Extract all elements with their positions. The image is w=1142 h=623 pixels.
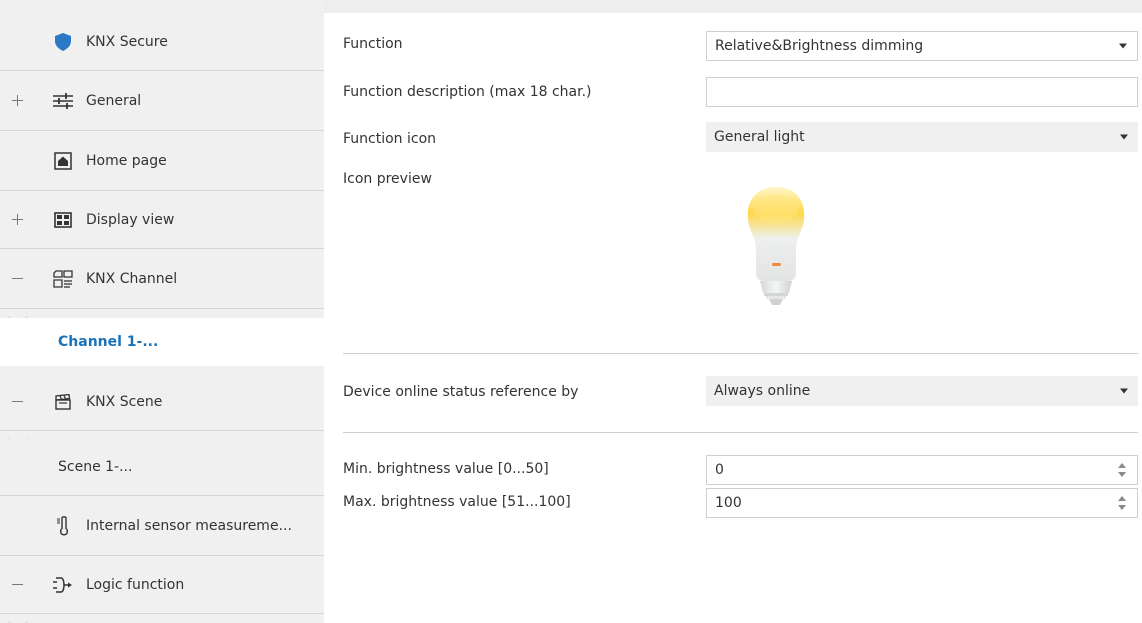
min-brightness-input[interactable]: 0: [706, 455, 1138, 485]
collapse-minus-icon[interactable]: [12, 396, 24, 408]
shield-icon: [52, 31, 74, 53]
online-status-select[interactable]: Always online: [706, 376, 1138, 406]
sidebar-item-label: KNX Channel: [86, 270, 178, 287]
function-icon-label: Function icon: [343, 131, 437, 147]
chevron-down-icon: [1119, 43, 1127, 49]
sidebar-item-knx-scene[interactable]: KNX Scene: [0, 373, 324, 447]
light-bulb-icon: [742, 181, 810, 317]
sidebar-item-display-view[interactable]: Display view: [0, 191, 324, 249]
home-icon: [52, 150, 74, 172]
function-description-input[interactable]: [706, 77, 1138, 107]
chevron-down-icon: [1120, 134, 1128, 140]
sidebar-item-channel-1[interactable]: Channel 1-...: [0, 318, 324, 366]
sidebar-item-logic-function[interactable]: Logic function: [0, 556, 324, 623]
sidebar-item-label: Scene 1-...: [58, 459, 133, 475]
sidebar-item-internal-sensor[interactable]: Internal sensor measureme...: [0, 496, 324, 556]
max-brightness-value: 100: [715, 495, 742, 511]
sidebar-item-general[interactable]: General: [0, 71, 324, 131]
function-icon-select[interactable]: General light: [706, 122, 1138, 152]
spin-arrows-icon[interactable]: [1117, 460, 1127, 480]
scene-clapper-icon: [52, 391, 74, 413]
sidebar-item-label: General: [86, 92, 142, 109]
grid-icon: [52, 209, 74, 231]
spin-arrows-icon[interactable]: [1117, 493, 1127, 513]
min-brightness-label: Min. brightness value [0...50]: [343, 461, 549, 477]
collapse-minus-icon[interactable]: [12, 273, 24, 285]
function-label: Function: [343, 36, 403, 52]
function-select[interactable]: Relative&Brightness dimming: [706, 31, 1138, 61]
expand-plus-icon[interactable]: [12, 94, 24, 107]
function-icon-value: General light: [714, 129, 805, 145]
online-status-label: Device online status reference by: [343, 384, 579, 400]
sidebar-item-knx-channel[interactable]: KNX Channel: [0, 249, 324, 325]
max-brightness-input[interactable]: 100: [706, 488, 1138, 518]
sidebar-item-home-page[interactable]: Home page: [0, 131, 324, 191]
online-status-value: Always online: [714, 383, 811, 399]
sidebar-item-label: Channel 1-...: [58, 334, 159, 350]
sidebar-item-label: Display view: [86, 211, 175, 228]
sidebar: KNX Secure General Home page Display vie…: [0, 0, 324, 623]
collapse-minus-icon[interactable]: [12, 579, 24, 591]
section-divider: [343, 432, 1138, 433]
sliders-icon: [52, 90, 74, 112]
min-brightness-value: 0: [715, 462, 724, 478]
sidebar-item-label: Internal sensor measureme...: [86, 517, 292, 534]
sidebar-item-scene-1[interactable]: Scene 1-...: [0, 439, 324, 496]
max-brightness-label: Max. brightness value [51...100]: [343, 494, 571, 510]
sidebar-item-label: Logic function: [86, 576, 185, 593]
sidebar-item-label: KNX Scene: [86, 393, 163, 410]
logic-icon: [52, 574, 74, 596]
sidebar-item-label: KNX Secure: [86, 33, 168, 50]
section-divider: [343, 353, 1138, 354]
function-value: Relative&Brightness dimming: [715, 38, 924, 54]
thermometer-icon: [52, 515, 74, 537]
function-description-label: Function description (max 18 char.): [343, 84, 592, 100]
expand-plus-icon[interactable]: [12, 213, 24, 226]
chevron-down-icon: [1120, 388, 1128, 394]
icon-preview-label: Icon preview: [343, 171, 432, 187]
sidebar-item-label: Home page: [86, 152, 167, 169]
sidebar-item-knx-secure[interactable]: KNX Secure: [0, 13, 324, 71]
channel-icon: [52, 268, 74, 290]
parameter-panel: Function Relative&Brightness dimming Fun…: [324, 13, 1142, 623]
